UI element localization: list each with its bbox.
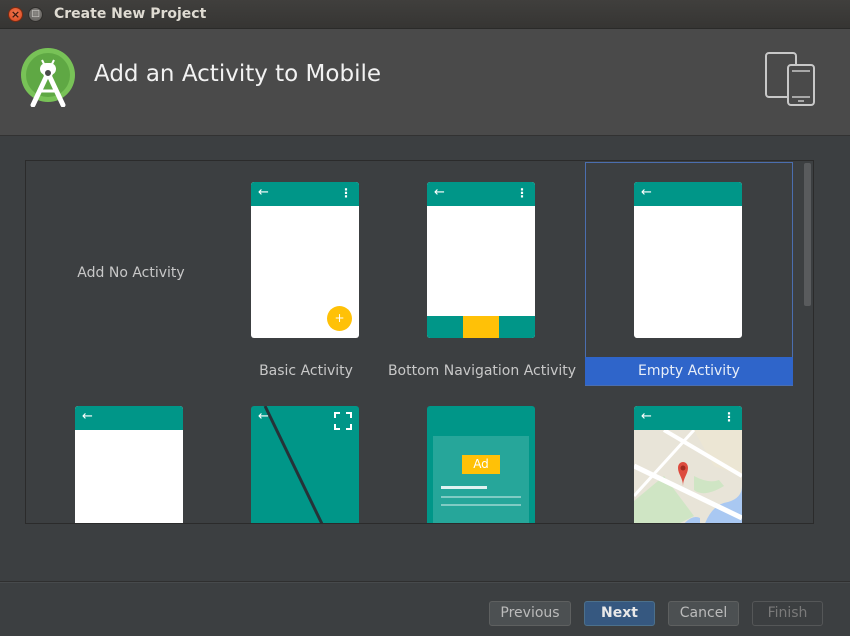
app-bar: ← ⋮ <box>427 182 535 206</box>
wizard-header: Add an Activity to Mobile <box>0 29 850 136</box>
tile-bottom-navigation-activity[interactable]: ← ⋮ Bottom Navigation Activity <box>386 162 578 386</box>
app-bar: ← ⋮ <box>251 182 359 206</box>
app-bar: ← ⋮ <box>634 406 742 430</box>
back-arrow-icon: ← <box>641 185 652 200</box>
bottom-nav-selected <box>463 316 499 338</box>
ad-badge: Ad <box>462 455 500 474</box>
tile-label-selected: Empty Activity <box>585 357 793 385</box>
app-bar: ← <box>634 182 742 206</box>
plain-activity-preview: ← <box>75 406 183 523</box>
previous-button[interactable]: Previous <box>489 601 571 626</box>
fab-icon: + <box>327 306 352 331</box>
window-close-button[interactable]: × <box>8 7 23 22</box>
admob-activity-preview: Ad <box>427 406 535 523</box>
tile-row2-plain[interactable]: ← <box>50 406 210 523</box>
overflow-menu-icon: ⋮ <box>340 186 352 200</box>
footer-divider-highlight <box>0 582 850 583</box>
tile-add-no-activity[interactable]: Add No Activity <box>76 265 186 281</box>
bottom-nav-bar <box>427 316 535 338</box>
android-studio-logo-icon <box>21 48 75 107</box>
next-button[interactable]: Next <box>584 601 655 626</box>
ad-text-line <box>441 504 521 506</box>
phone-tablet-devices-icon <box>765 52 815 106</box>
cancel-button[interactable]: Cancel <box>668 601 739 626</box>
fullscreen-activity-preview: ← <box>251 406 359 523</box>
app-bar: ← <box>75 406 183 430</box>
close-icon: × <box>10 8 21 21</box>
back-arrow-icon: ← <box>258 185 269 200</box>
tile-basic-activity[interactable]: ← ⋮ + Basic Activity <box>226 162 386 386</box>
back-arrow-icon: ← <box>434 185 445 200</box>
overflow-menu-icon: ⋮ <box>723 410 735 424</box>
title-bar: × □ Create New Project <box>0 0 850 29</box>
empty-activity-preview: ← <box>634 182 742 338</box>
tile-maps-activity[interactable]: ← ⋮ <box>585 406 793 523</box>
tile-label: Bottom Navigation Activity <box>387 363 577 379</box>
back-arrow-icon: ← <box>82 409 93 424</box>
tile-label: Basic Activity <box>259 363 353 379</box>
fullscreen-icon <box>334 412 352 430</box>
gallery-scrollbar-thumb[interactable] <box>804 163 811 306</box>
activity-gallery: Add No Activity ← ⋮ + Basic Activity ← ⋮ <box>25 160 814 524</box>
basic-activity-preview: ← ⋮ + <box>251 182 359 338</box>
create-project-window: × □ Create New Project Add an Activity t… <box>0 0 850 636</box>
page-title: Add an Activity to Mobile <box>94 61 381 87</box>
tile-admob-activity[interactable]: Ad <box>402 406 562 523</box>
window-maximize-button[interactable]: □ <box>28 7 43 22</box>
overflow-menu-icon: ⋮ <box>516 186 528 200</box>
finish-button[interactable]: Finish <box>752 601 823 626</box>
maximize-icon: □ <box>31 9 40 19</box>
back-arrow-icon: ← <box>258 409 269 424</box>
window-title: Create New Project <box>54 6 207 22</box>
ad-text-line <box>441 496 521 498</box>
back-arrow-icon: ← <box>641 409 652 424</box>
tile-fullscreen-activity[interactable]: ← <box>226 406 386 523</box>
ad-card: Ad <box>433 436 529 523</box>
bottom-navigation-preview: ← ⋮ <box>427 182 535 338</box>
ad-text-line <box>441 486 487 489</box>
maps-activity-preview: ← ⋮ <box>634 406 742 523</box>
tile-empty-activity[interactable]: ← <box>585 162 793 386</box>
